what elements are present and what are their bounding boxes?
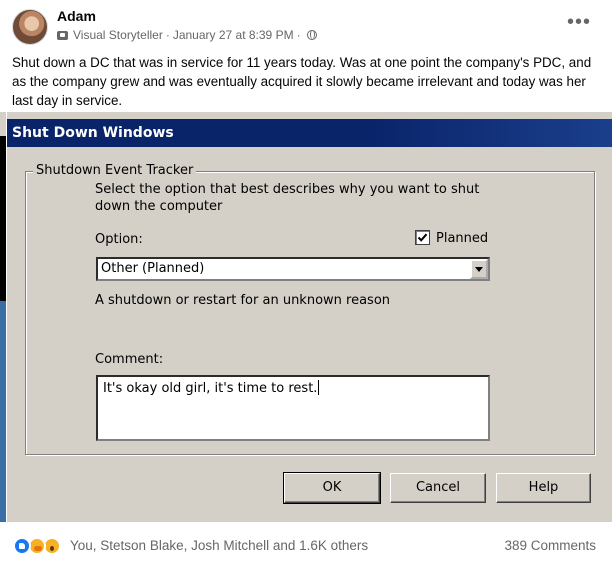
globe-icon[interactable] xyxy=(306,30,317,40)
post-header: Adam Visual Storyteller · January 27 at … xyxy=(0,0,612,50)
post-text: Shut down a DC that was in service for 1… xyxy=(12,55,592,108)
checkmark-icon xyxy=(417,233,428,242)
option-select[interactable]: Other (Planned) xyxy=(96,257,490,281)
option-description: A shutdown or restart for an unknown rea… xyxy=(95,293,391,308)
post-timestamp[interactable]: January 27 at 8:39 PM xyxy=(173,28,294,42)
dropdown-arrow-icon[interactable] xyxy=(470,259,488,279)
option-select-value: Other (Planned) xyxy=(101,261,205,276)
comment-value: It's okay old girl, it's time to rest. xyxy=(103,380,320,396)
text-caret xyxy=(318,380,320,395)
dialog-top-border xyxy=(7,112,612,119)
dialog-titlebar: Shut Down Windows xyxy=(7,119,612,147)
help-button[interactable]: Help xyxy=(496,473,591,503)
comments-count[interactable]: 389 Comments xyxy=(504,538,596,553)
instructions-text: Select the option that best describes wh… xyxy=(95,182,480,214)
ok-button[interactable]: OK xyxy=(283,472,381,504)
comment-field[interactable]: It's okay old girl, it's time to rest. xyxy=(96,375,490,441)
option-label: Option: xyxy=(95,232,143,247)
meta-separator: · xyxy=(165,28,170,42)
reactions-summary[interactable]: You, Stetson Blake, Josh Mitchell and 1.… xyxy=(70,538,368,553)
author-badge[interactable]: Visual Storyteller xyxy=(73,28,163,42)
storyteller-badge-icon xyxy=(57,30,68,40)
post-meta: Visual Storyteller · January 27 at 8:39 … xyxy=(57,28,317,42)
comment-text: It's okay old girl, it's time to rest. xyxy=(103,381,318,396)
dialog-title: Shut Down Windows xyxy=(12,125,174,141)
planned-label[interactable]: Planned xyxy=(436,231,488,246)
like-icon[interactable] xyxy=(13,537,31,555)
author-name[interactable]: Adam xyxy=(57,8,96,24)
shutdown-dialog: Shut Down Windows Shutdown Event Tracker… xyxy=(6,112,612,522)
comment-label: Comment: xyxy=(95,352,164,367)
meta-separator: · xyxy=(296,28,301,42)
planned-checkbox[interactable] xyxy=(415,230,430,245)
avatar[interactable] xyxy=(12,9,48,45)
cancel-button[interactable]: Cancel xyxy=(390,473,486,503)
reactions-bar: You, Stetson Blake, Josh Mitchell and 1.… xyxy=(0,528,612,564)
post-image[interactable]: Shut Down Windows Shutdown Event Tracker… xyxy=(0,112,612,522)
event-tracker-label: Shutdown Event Tracker xyxy=(33,163,197,178)
more-options-icon[interactable]: ••• xyxy=(564,10,594,40)
